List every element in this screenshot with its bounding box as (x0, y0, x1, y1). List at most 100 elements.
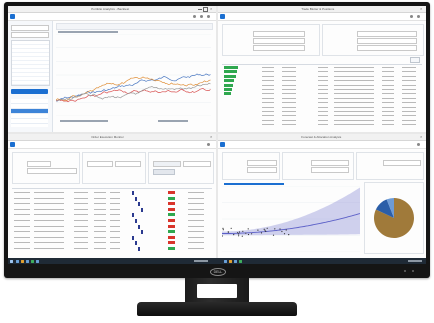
account-select[interactable] (253, 31, 305, 37)
table-row[interactable] (12, 241, 212, 246)
power-button[interactable] (412, 270, 414, 272)
selected-result-item[interactable] (11, 109, 48, 113)
observation-point (247, 228, 249, 230)
taskbar (8, 258, 426, 264)
table-cell (110, 236, 120, 238)
strategy-select[interactable] (11, 25, 49, 31)
table-cell (402, 106, 416, 108)
table-row[interactable] (12, 202, 212, 207)
observation-point (279, 228, 281, 230)
window-close-icon[interactable]: × (210, 7, 214, 11)
table-row[interactable] (222, 70, 422, 74)
system-tray (408, 260, 422, 262)
status-badge (168, 219, 175, 222)
table-row[interactable] (222, 74, 422, 78)
side-select[interactable] (357, 38, 417, 44)
window-close-icon[interactable]: × (210, 135, 214, 139)
instrument-select[interactable] (357, 31, 417, 37)
taskbar-app-icon[interactable] (21, 259, 24, 263)
table-cell (74, 192, 88, 193)
table-row[interactable] (12, 196, 212, 201)
price-field[interactable] (87, 161, 113, 167)
table-cell (14, 242, 30, 244)
symbol-field[interactable] (27, 161, 51, 167)
submit-order-button[interactable] (153, 169, 175, 175)
venue-select[interactable] (153, 161, 181, 167)
scenario-select[interactable] (311, 167, 349, 173)
window-close-icon[interactable]: × (420, 135, 424, 139)
table-row[interactable] (222, 79, 422, 83)
algo-select[interactable] (183, 161, 211, 167)
table-row[interactable] (222, 101, 422, 104)
table-cell (382, 93, 394, 95)
search-icon[interactable] (193, 15, 196, 18)
taskbar-app-icon[interactable] (31, 259, 34, 263)
horizon-field[interactable] (247, 160, 277, 166)
observation-point (233, 234, 235, 236)
taskbar-app-icon[interactable] (224, 259, 227, 263)
table-cell (334, 111, 374, 112)
table-cell (318, 67, 328, 68)
table-row[interactable] (222, 66, 422, 69)
table-row[interactable] (12, 224, 212, 229)
table-row[interactable] (222, 110, 422, 113)
app-toolbar (8, 141, 216, 149)
taskbar-app-icon[interactable] (26, 259, 29, 263)
status-select[interactable] (357, 45, 417, 51)
observation-point (263, 228, 265, 230)
taskbar-app-icon[interactable] (234, 259, 237, 263)
table-row[interactable] (222, 123, 422, 126)
date-field[interactable] (253, 45, 305, 51)
limit-field[interactable] (115, 161, 141, 167)
settings-icon[interactable] (207, 143, 210, 146)
taskbar-app-icon[interactable] (229, 259, 232, 263)
date-range-field[interactable] (11, 32, 49, 38)
table-row[interactable] (12, 219, 212, 223)
quantity-field[interactable] (27, 168, 77, 174)
table-cell (318, 111, 328, 112)
table-row[interactable] (222, 106, 422, 109)
table-row[interactable] (222, 119, 422, 122)
asset-search-input[interactable] (383, 160, 421, 166)
table-row[interactable] (12, 230, 212, 235)
table-row[interactable] (12, 213, 212, 218)
positions-table (222, 64, 422, 129)
table-cell (14, 220, 30, 221)
status-badge (168, 247, 175, 250)
table-row[interactable] (222, 92, 422, 96)
table-row[interactable] (222, 114, 422, 117)
table-cell (282, 119, 296, 121)
table-cell (402, 115, 416, 117)
window-close-icon[interactable]: × (420, 7, 424, 11)
monitor-stand-base (137, 302, 297, 316)
table-row[interactable] (222, 88, 422, 91)
taskbar-app-icon[interactable] (16, 259, 19, 263)
table-cell (110, 220, 120, 221)
taskbar-app-icon[interactable] (36, 259, 39, 263)
gain-bar (224, 88, 232, 91)
window-minimize-icon[interactable] (198, 7, 202, 10)
window-maximize-icon[interactable] (203, 7, 208, 12)
forecast-fan-chart (222, 186, 360, 252)
table-row[interactable] (12, 247, 212, 251)
taskbar-app-icon[interactable] (239, 259, 242, 263)
confidence-field[interactable] (247, 167, 277, 173)
start-icon[interactable] (10, 259, 13, 263)
search-icon[interactable] (410, 15, 413, 18)
parameter-list (11, 40, 50, 86)
run-backtest-button[interactable] (11, 89, 48, 94)
book-select[interactable] (253, 38, 305, 44)
table-row[interactable] (12, 191, 212, 195)
settings-icon[interactable] (417, 143, 420, 146)
settings-icon[interactable] (200, 15, 203, 18)
table-cell (94, 214, 106, 216)
user-icon[interactable] (207, 15, 210, 18)
table-row[interactable] (222, 97, 422, 100)
app-logo-icon (10, 14, 15, 19)
table-row[interactable] (12, 235, 212, 240)
refresh-button[interactable] (410, 57, 420, 63)
settings-icon[interactable] (417, 15, 420, 18)
table-row[interactable] (222, 83, 422, 87)
table-row[interactable] (12, 207, 212, 212)
model-select[interactable] (311, 160, 349, 166)
